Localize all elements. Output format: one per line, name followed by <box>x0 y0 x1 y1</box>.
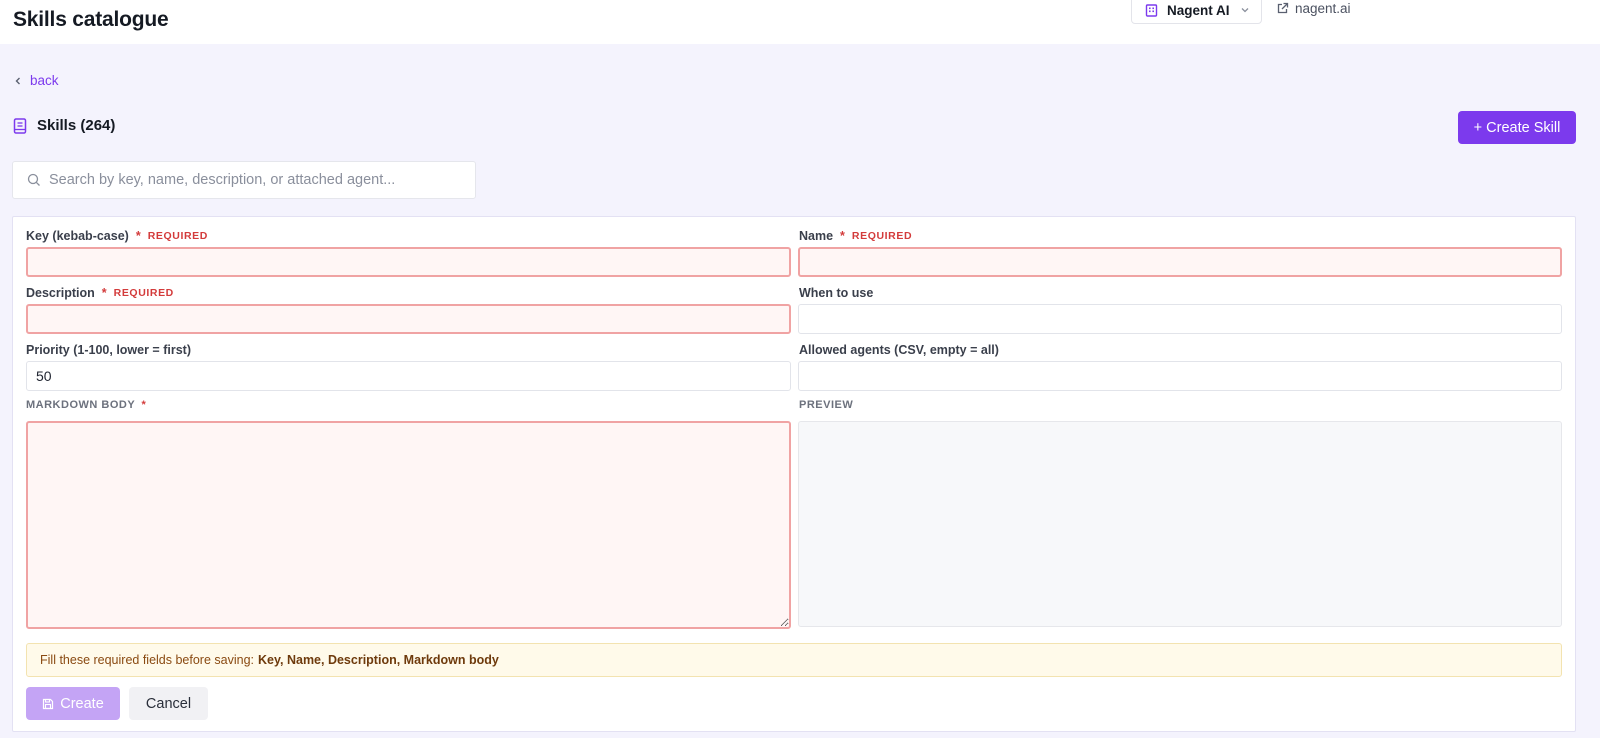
org-switcher[interactable]: Nagent AI <box>1131 0 1262 24</box>
required-text: REQUIRED <box>851 230 913 242</box>
key-label-text: Key (kebab-case) <box>26 229 129 243</box>
section-title: Skills (264) <box>37 117 116 134</box>
markdown-preview <box>798 421 1562 627</box>
markdown-body-label-text: MARKDOWN BODY <box>26 399 135 411</box>
search-box[interactable] <box>12 161 476 199</box>
required-star: * <box>141 399 147 411</box>
external-site-link[interactable]: nagent.ai <box>1276 0 1351 16</box>
preview-label: PREVIEW <box>799 399 854 411</box>
name-label: Name * REQUIRED <box>799 229 912 243</box>
when-to-use-label-text: When to use <box>799 286 874 300</box>
building-icon <box>1145 3 1158 17</box>
search-input[interactable] <box>49 172 475 188</box>
org-name: Nagent AI <box>1167 2 1230 18</box>
key-input[interactable] <box>26 247 791 277</box>
external-link-icon <box>1276 2 1289 15</box>
search-icon <box>27 173 41 187</box>
when-to-use-input[interactable] <box>798 304 1562 334</box>
book-icon <box>13 117 27 134</box>
save-icon <box>42 698 54 710</box>
section-header: Skills (264) <box>13 117 115 134</box>
required-text: REQUIRED <box>113 287 174 299</box>
when-to-use-label: When to use <box>799 286 873 300</box>
required-text: REQUIRED <box>147 230 208 242</box>
description-input[interactable] <box>26 304 791 334</box>
cancel-button[interactable]: Cancel <box>129 687 208 720</box>
priority-input[interactable] <box>26 361 791 391</box>
required-star: * <box>840 229 845 243</box>
back-label: back <box>30 73 59 88</box>
required-star: * <box>101 286 107 300</box>
back-link[interactable]: back <box>14 73 59 88</box>
required-star: * <box>135 229 141 243</box>
skill-form: Key (kebab-case) * REQUIRED Name * REQUI… <box>12 216 1576 732</box>
key-label: Key (kebab-case) * REQUIRED <box>26 229 208 243</box>
priority-label: Priority (1-100, lower = first) <box>26 343 191 357</box>
description-label: Description * REQUIRED <box>26 286 174 300</box>
allowed-agents-input[interactable] <box>798 361 1562 391</box>
create-skill-button[interactable]: + Create Skill <box>1458 111 1576 144</box>
create-button[interactable]: Create <box>26 687 120 720</box>
allowed-agents-label: Allowed agents (CSV, empty = all) <box>799 343 999 357</box>
name-input[interactable] <box>798 247 1562 277</box>
warning-fields: Key, Name, Description, Markdown body <box>258 653 499 667</box>
warning-prefix: Fill these required fields before saving… <box>40 653 255 667</box>
chevron-left-icon <box>14 76 22 86</box>
required-fields-warning: Fill these required fields before saving… <box>26 643 1562 677</box>
create-button-label: Create <box>60 695 104 712</box>
page-title: Skills catalogue <box>13 8 169 31</box>
description-label-text: Description <box>26 286 95 300</box>
markdown-body-label: MARKDOWN BODY * <box>26 399 146 411</box>
allowed-agents-label-text: Allowed agents (CSV, empty = all) <box>799 343 999 357</box>
external-link-label: nagent.ai <box>1295 0 1351 16</box>
markdown-body-textarea[interactable] <box>26 421 791 629</box>
name-label-text: Name <box>799 229 834 243</box>
priority-label-text: Priority (1-100, lower = first) <box>26 343 191 357</box>
top-header: Skills catalogue Nagent AI nagent.ai <box>0 0 1600 44</box>
chevron-down-icon <box>1240 5 1250 15</box>
